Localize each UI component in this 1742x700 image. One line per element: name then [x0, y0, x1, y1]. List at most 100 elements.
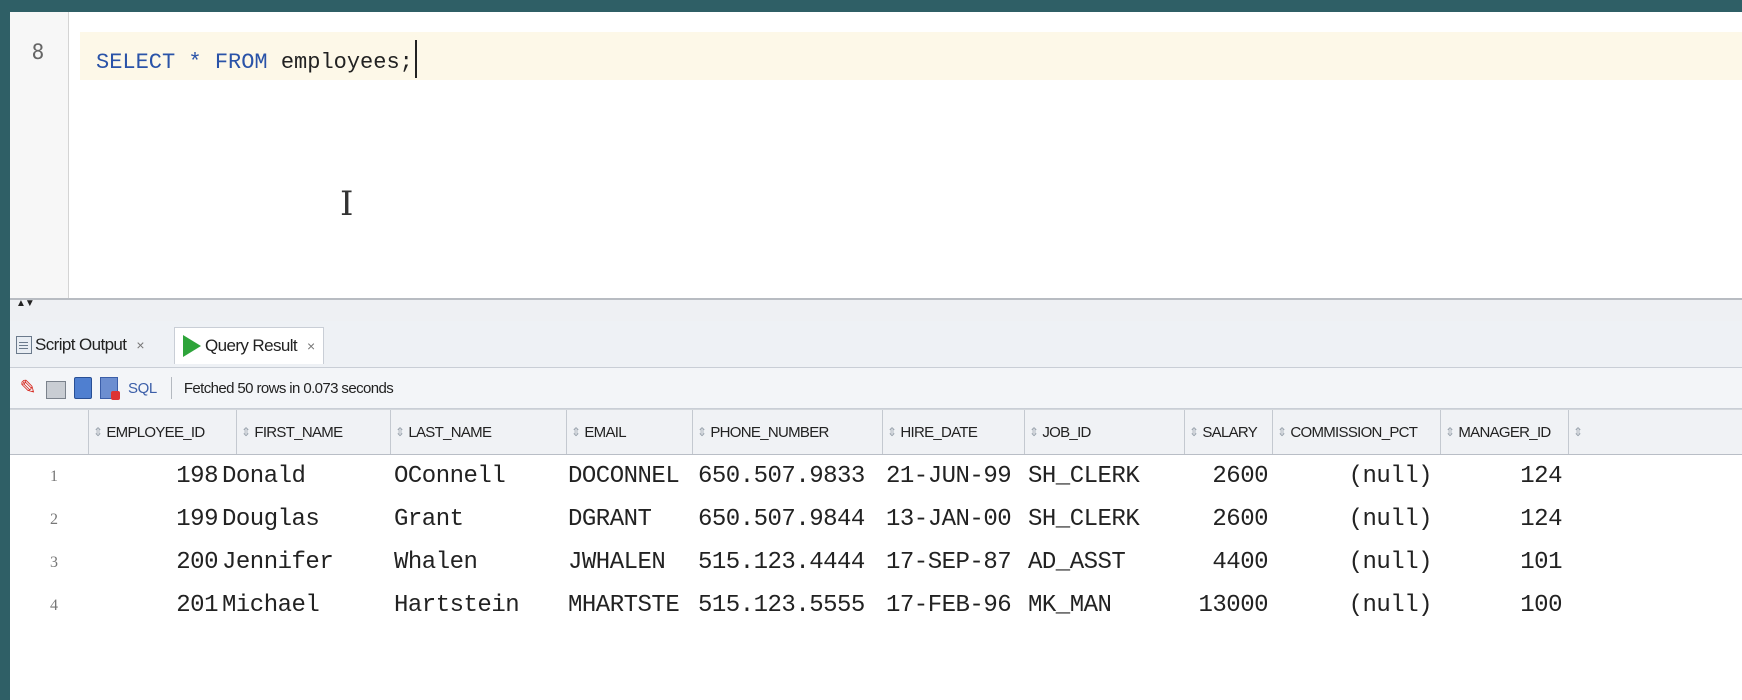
print-icon[interactable]	[46, 381, 66, 399]
panel-splitter[interactable]: ▲▼	[10, 298, 1742, 323]
sort-icon: ⇕	[241, 425, 251, 439]
column-header[interactable]: ⇕ FIRST_NAME	[236, 410, 390, 454]
cell-email[interactable]: MHARTSTE	[568, 584, 694, 627]
cell-employee-id[interactable]: 201	[88, 584, 218, 627]
sort-icon: ⇕	[1445, 425, 1455, 439]
result-tabs: Script Output × Query Result ×	[10, 321, 1742, 368]
column-header[interactable]: ⇕ SALARY	[1184, 410, 1272, 454]
table-row[interactable]: 1 198 Donald OConnell DOCONNEL 650.507.9…	[10, 455, 1742, 498]
close-icon[interactable]: ×	[307, 338, 315, 354]
tab-label: Script Output	[35, 335, 127, 354]
cell-phone-number[interactable]: 515.123.5555	[698, 584, 884, 627]
tab-label: Query Result	[205, 336, 298, 355]
line-number: 8	[31, 40, 45, 64]
sql-keyword-from: FROM	[214, 50, 268, 75]
tab-query-result[interactable]: Query Result ×	[174, 327, 324, 364]
cell-first-name[interactable]: Michael	[222, 584, 390, 627]
cell-manager-id[interactable]: 124	[1440, 498, 1562, 541]
cell-last-name[interactable]: OConnell	[394, 455, 566, 498]
row-number: 4	[50, 597, 58, 614]
sort-icon: ⇕	[1573, 425, 1583, 439]
cell-last-name[interactable]: Grant	[394, 498, 566, 541]
cell-commission-pct[interactable]: (null)	[1272, 455, 1432, 498]
column-header[interactable]: ⇕ EMPLOYEE_ID	[88, 410, 236, 454]
cell-manager-id[interactable]: 101	[1440, 541, 1562, 584]
column-header-label: JOB_ID	[1042, 423, 1091, 441]
sql-button[interactable]: SQL	[128, 380, 157, 397]
export-icon[interactable]	[74, 377, 92, 399]
cell-email[interactable]: DOCONNEL	[568, 455, 694, 498]
code-line[interactable]: SELECT * FROM employees;	[96, 40, 417, 78]
pin-icon[interactable]: ✎	[18, 377, 38, 399]
column-header[interactable]: ⇕ HIRE_DATE	[882, 410, 1024, 454]
column-header[interactable]: ⇕ LAST_NAME	[390, 410, 566, 454]
cell-job-id[interactable]: SH_CLERK	[1028, 455, 1184, 498]
splitter-arrows-icon[interactable]: ▲▼	[16, 298, 35, 309]
column-header[interactable]: ⇕ MANAGER_ID	[1440, 410, 1568, 454]
sort-icon: ⇕	[1189, 425, 1199, 439]
column-header-label: PHONE_NUMBER	[710, 423, 829, 441]
fetch-status: Fetched 50 rows in 0.073 seconds	[183, 379, 394, 397]
cell-employee-id[interactable]: 200	[88, 541, 218, 584]
cell-first-name[interactable]: Douglas	[222, 498, 390, 541]
close-icon[interactable]: ×	[136, 337, 144, 353]
column-header-label: EMPLOYEE_ID	[106, 423, 205, 441]
cell-hire-date[interactable]: 13-JAN-00	[886, 498, 1026, 541]
cell-hire-date[interactable]: 17-FEB-96	[886, 584, 1026, 627]
cell-employee-id[interactable]: 198	[88, 455, 218, 498]
cell-commission-pct[interactable]: (null)	[1272, 541, 1432, 584]
column-header[interactable]: ⇕ JOB_ID	[1024, 410, 1184, 454]
row-number: 1	[50, 468, 58, 485]
cell-phone-number[interactable]: 650.507.9833	[698, 455, 884, 498]
cell-phone-number[interactable]: 650.507.9844	[698, 498, 884, 541]
results-panel: Script Output × Query Result × ✎ SQL Fet…	[10, 321, 1742, 700]
sql-worksheet-editor[interactable]: 8 SELECT * FROM employees; I	[10, 12, 1742, 325]
cell-first-name[interactable]: Donald	[222, 455, 390, 498]
document-icon	[16, 336, 32, 354]
text-caret	[414, 40, 417, 78]
column-header[interactable]: ⇕ COMMISSION_PCT	[1272, 410, 1440, 454]
cell-last-name[interactable]: Whalen	[394, 541, 566, 584]
cell-job-id[interactable]: SH_CLERK	[1028, 498, 1184, 541]
cell-email[interactable]: JWHALEN	[568, 541, 694, 584]
cell-salary[interactable]: 4400	[1184, 541, 1268, 584]
refresh-icon[interactable]	[100, 377, 120, 400]
cell-commission-pct[interactable]: (null)	[1272, 584, 1432, 627]
sort-icon: ⇕	[571, 425, 581, 439]
cell-first-name[interactable]: Jennifer	[222, 541, 390, 584]
cell-salary[interactable]: 2600	[1184, 455, 1268, 498]
cell-last-name[interactable]: Hartstein	[394, 584, 566, 627]
column-header[interactable]: ⇕ EMAIL	[566, 410, 692, 454]
sql-keyword-select: SELECT	[96, 50, 176, 75]
cell-salary[interactable]: 2600	[1184, 498, 1268, 541]
sort-icon: ⇕	[1029, 425, 1039, 439]
cell-salary[interactable]: 13000	[1184, 584, 1268, 627]
table-row[interactable]: 3 200 Jennifer Whalen JWHALEN 515.123.44…	[10, 541, 1742, 584]
sort-icon: ⇕	[93, 425, 103, 439]
cell-job-id[interactable]: MK_MAN	[1028, 584, 1184, 627]
results-toolbar: ✎ SQL Fetched 50 rows in 0.073 seconds	[10, 368, 1742, 409]
column-header-label: EMAIL	[584, 423, 626, 441]
cell-hire-date[interactable]: 17-SEP-87	[886, 541, 1026, 584]
column-header-label: MANAGER_ID	[1458, 423, 1551, 441]
column-header-label: SALARY	[1202, 423, 1258, 441]
play-icon	[183, 335, 201, 357]
cell-phone-number[interactable]: 515.123.4444	[698, 541, 884, 584]
table-row[interactable]: 4 201 Michael Hartstein MHARTSTE 515.123…	[10, 584, 1742, 627]
cell-commission-pct[interactable]: (null)	[1272, 498, 1432, 541]
cell-employee-id[interactable]: 199	[88, 498, 218, 541]
column-header-overflow[interactable]: ⇕	[1568, 410, 1742, 454]
tab-script-output[interactable]: Script Output ×	[16, 327, 145, 363]
cell-manager-id[interactable]: 100	[1440, 584, 1562, 627]
cell-hire-date[interactable]: 21-JUN-99	[886, 455, 1026, 498]
table-row[interactable]: 2 199 Douglas Grant DGRANT 650.507.9844 …	[10, 498, 1742, 541]
cell-manager-id[interactable]: 124	[1440, 455, 1562, 498]
cell-job-id[interactable]: AD_ASST	[1028, 541, 1184, 584]
cell-email[interactable]: DGRANT	[568, 498, 694, 541]
toolbar-divider	[170, 377, 172, 399]
ibeam-cursor-icon: I	[340, 184, 354, 224]
column-header[interactable]: ⇕ PHONE_NUMBER	[692, 410, 882, 454]
sql-developer-window: 8 SELECT * FROM employees; I ▲▼ Script O…	[10, 12, 1742, 700]
sort-icon: ⇕	[697, 425, 707, 439]
grid-header-row: ⇕ EMPLOYEE_ID ⇕ FIRST_NAME ⇕ LAST_NAME ⇕ EMA…	[10, 409, 1742, 455]
